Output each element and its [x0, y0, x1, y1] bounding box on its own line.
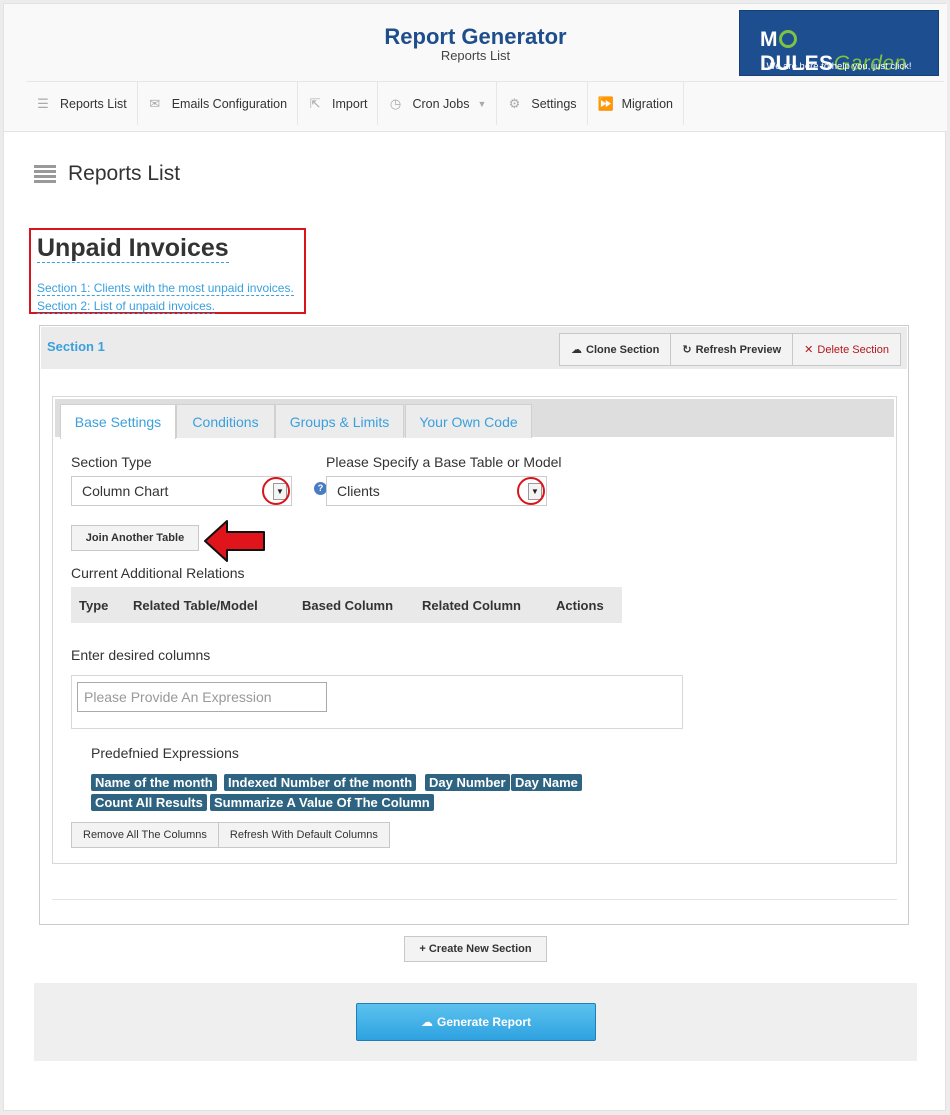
- close-icon: ✕: [804, 344, 814, 356]
- footer-bar: ☁ Generate Report: [34, 983, 917, 1061]
- nav-label: Cron Jobs: [412, 96, 470, 111]
- section-header: Section 1 ☁ Clone Section ↻ Refresh Prev…: [41, 327, 907, 369]
- column-header: Related Table/Model: [133, 598, 258, 613]
- envelope-icon: ✉: [149, 95, 161, 111]
- column-buttons: Remove All The Columns Refresh With Defa…: [71, 822, 390, 848]
- gears-icon: ⚙: [508, 95, 521, 111]
- import-icon: ⇱: [309, 95, 321, 111]
- delete-section-button[interactable]: ✕ Delete Section: [793, 333, 901, 366]
- section-panel: Section 1 ☁ Clone Section ↻ Refresh Prev…: [39, 325, 909, 925]
- section-type-label: Section Type: [71, 454, 152, 470]
- list-icon: ☰: [37, 95, 49, 111]
- relations-label: Current Additional Relations: [71, 565, 245, 581]
- create-new-section-button[interactable]: + Create New Section: [404, 936, 547, 962]
- columns-box: [71, 675, 683, 729]
- refresh-preview-button[interactable]: ↻ Refresh Preview: [671, 333, 794, 366]
- columns-label: Enter desired columns: [71, 647, 211, 663]
- remove-all-columns-button[interactable]: Remove All The Columns: [71, 822, 219, 848]
- expression-badge[interactable]: Summarize A Value Of The Column: [210, 794, 434, 811]
- nav-reports-list[interactable]: ☰ Reports List: [26, 82, 138, 125]
- app-frame: Report Generator Reports List MDULESGard…: [3, 3, 947, 1111]
- nav-label: Settings: [531, 96, 577, 111]
- section-actions: ☁ Clone Section ↻ Refresh Preview ✕ Dele…: [559, 333, 901, 366]
- clock-icon: ◷: [389, 95, 402, 111]
- refresh-default-columns-button[interactable]: Refresh With Default Columns: [218, 822, 390, 848]
- cloud-icon: ☁: [571, 344, 582, 356]
- generate-report-button[interactable]: ☁ Generate Report: [356, 1003, 596, 1041]
- nav-import[interactable]: ⇱ Import: [298, 82, 379, 125]
- section-tabs: Base Settings Conditions Groups & Limits…: [52, 396, 897, 864]
- cloud-icon: ☁: [420, 1015, 433, 1029]
- highlight-circle: [262, 477, 290, 505]
- tab-conditions[interactable]: Conditions: [176, 404, 275, 438]
- brand-tagline: We are here to help you, just click!: [766, 61, 912, 72]
- expression-input[interactable]: [77, 682, 327, 712]
- section-name[interactable]: Section 1: [47, 339, 105, 354]
- brand-o-icon: [779, 30, 797, 48]
- tab-strip: Base Settings Conditions Groups & Limits…: [55, 399, 894, 439]
- page-title-row: Reports List: [34, 162, 180, 186]
- tab-your-own-code[interactable]: Your Own Code: [405, 404, 532, 438]
- expression-badge[interactable]: Day Number: [425, 774, 510, 791]
- main-nav: ☰ Reports List ✉ Emails Configuration ⇱ …: [26, 81, 944, 125]
- list-icon: [34, 165, 56, 183]
- arrow-left-icon: [204, 520, 265, 562]
- header: Report Generator Reports List MDULESGard…: [4, 4, 947, 132]
- nav-emails-configuration[interactable]: ✉ Emails Configuration: [138, 82, 299, 125]
- page-title: Reports List: [68, 162, 181, 185]
- section-2-link[interactable]: Section 2: List of unpaid invoices.: [37, 299, 216, 314]
- nav-label: Import: [332, 96, 368, 111]
- refresh-icon: ↻: [682, 344, 692, 356]
- chevron-down-icon: ▼: [477, 98, 487, 109]
- nav-label: Reports List: [60, 96, 127, 111]
- join-another-table-button[interactable]: Join Another Table: [71, 525, 199, 551]
- tab-groups-limits[interactable]: Groups & Limits: [275, 404, 404, 438]
- column-header: Actions: [556, 598, 604, 613]
- divider: [52, 899, 897, 900]
- column-header: Based Column: [302, 598, 394, 613]
- forward-icon: ⏩: [597, 95, 614, 111]
- report-name[interactable]: Unpaid Invoices: [37, 234, 229, 263]
- expression-badge[interactable]: Indexed Number of the month: [224, 774, 417, 791]
- base-table-select[interactable]: Clients ▼: [326, 476, 547, 506]
- nav-settings[interactable]: ⚙ Settings: [497, 82, 588, 125]
- relations-table-header: Type Related Table/Model Based Column Re…: [71, 587, 622, 623]
- nav-cron-jobs[interactable]: ◷ Cron Jobs ▼: [378, 82, 498, 125]
- highlight-circle: [517, 477, 545, 505]
- clone-section-button[interactable]: ☁ Clone Section: [559, 333, 672, 366]
- expression-badge[interactable]: Name of the month: [91, 774, 217, 791]
- column-header: Related Column: [422, 598, 521, 613]
- column-header: Type: [79, 598, 109, 613]
- base-table-label: Please Specify a Base Table or Model: [326, 454, 562, 470]
- plus-icon: +: [419, 943, 426, 955]
- expression-badge[interactable]: Count All Results: [91, 794, 207, 811]
- report-heading-box: Unpaid Invoices Section 1: Clients with …: [29, 228, 306, 314]
- section-type-select[interactable]: Column Chart ▼: [71, 476, 292, 506]
- expression-badge[interactable]: Day Name: [511, 774, 582, 791]
- predefined-expressions-label: Predefnied Expressions: [91, 745, 239, 761]
- nav-migration[interactable]: ⏩ Migration: [588, 82, 684, 125]
- section-1-link[interactable]: Section 1: Clients with the most unpaid …: [37, 281, 294, 296]
- modulesgarden-logo[interactable]: MDULESGarden We are here to help you, ju…: [739, 10, 939, 76]
- tab-base-settings[interactable]: Base Settings: [60, 404, 176, 439]
- nav-label: Emails Configuration: [171, 96, 288, 111]
- nav-label: Migration: [621, 96, 673, 111]
